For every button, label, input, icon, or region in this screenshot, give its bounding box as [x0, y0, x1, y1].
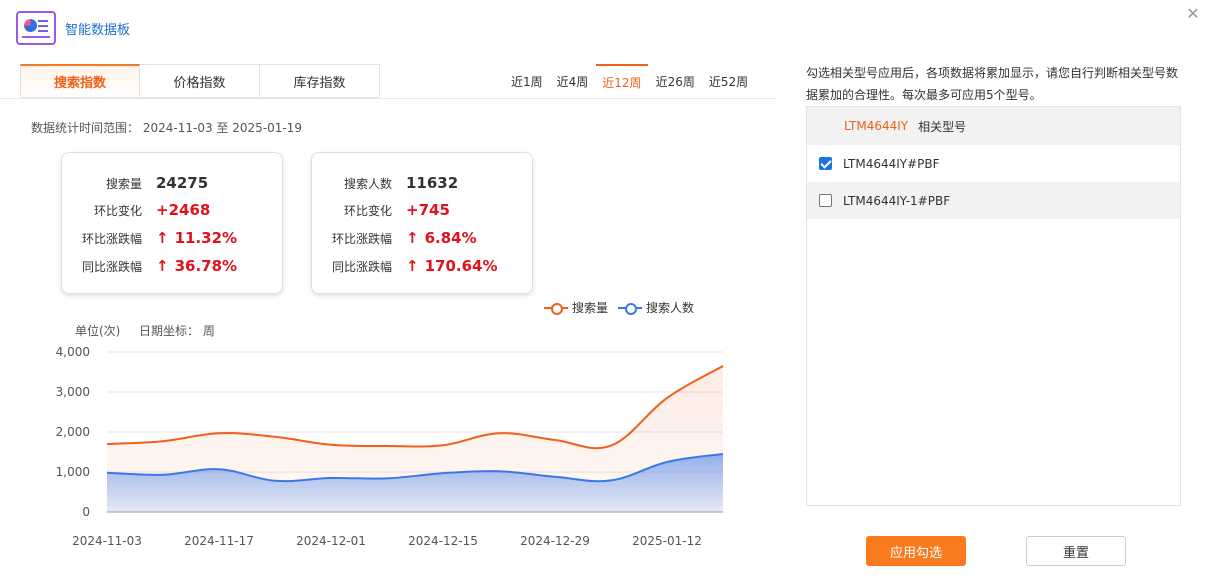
mom-change-value: +745 [406, 201, 450, 219]
legend-label: 搜索人数 [646, 301, 695, 315]
mom-change-value: +2468 [156, 201, 211, 219]
tab-price-index[interactable]: 价格指数 [140, 64, 260, 98]
x-tick-label: 2024-11-17 [184, 534, 254, 548]
search-volume-value: 24275 [156, 174, 209, 192]
card-label: 搜索量 [105, 176, 142, 191]
card-label: 环比变化 [93, 203, 142, 218]
mom-pct-value: 11.32% [174, 229, 238, 247]
period-12w[interactable]: 近12周 [596, 64, 648, 98]
model-label: LTM4644IY-1#PBF [843, 193, 951, 208]
period-4w[interactable]: 近4周 [551, 64, 595, 98]
period-1w[interactable]: 近1周 [505, 64, 549, 98]
model-checkbox[interactable] [819, 194, 832, 207]
date-range-label: 数据统计时间范围： [31, 121, 140, 135]
legend-swatch [618, 302, 643, 315]
search-index-chart: 0 1,000 2,000 3,000 4,000 2024-11-03 2024-11-1… [56, 345, 724, 548]
app-header: 智能数据板 [16, 10, 130, 46]
model-row[interactable]: LTM4644IY-1#PBF [807, 182, 1180, 219]
tab-stock-index[interactable]: 库存指数 [260, 64, 380, 98]
y-tick-label: 2,000 [56, 425, 90, 439]
card-label: 环比涨跌幅 [81, 231, 142, 246]
search-volume-card: 搜索量 24275 环比变化 +2468 环比涨跌幅 ↑ 11.32% 同比涨跌幅 ↑ 36… [61, 152, 283, 294]
close-icon[interactable]: ✕ [1185, 6, 1201, 22]
card-label: 同比涨跌幅 [331, 259, 392, 274]
chart-unit: 单位(次) [75, 324, 121, 338]
arrow-up-icon: ↑ [156, 257, 169, 275]
app-title: 智能数据板 [65, 22, 131, 38]
tab-search-index[interactable]: 搜索指数 [20, 64, 140, 98]
period-26w[interactable]: 近26周 [650, 64, 701, 98]
related-models-panel: LTM4644IY 相关型号 LTM4644IY#PBF LTM4644IY-1… [806, 106, 1181, 506]
date-range: 数据统计时间范围： 2024-11-03 至 2025-01-19 [31, 119, 302, 136]
reset-button[interactable]: 重置 [1026, 536, 1126, 566]
y-tick-label: 1,000 [56, 465, 90, 479]
chart-date-axis: 日期坐标： 周 [139, 324, 215, 338]
card-label: 搜索人数 [343, 176, 392, 191]
y-tick-label: 3,000 [56, 385, 90, 399]
card-label: 同比涨跌幅 [81, 259, 142, 274]
apply-selection-button[interactable]: 应用勾选 [866, 536, 966, 566]
arrow-up-icon: ↑ [406, 257, 419, 275]
yoy-pct-value: 170.64% [424, 257, 498, 275]
legend-item-search-volume[interactable]: 搜索量 [544, 299, 608, 316]
searchers-card: 搜索人数 11632 环比变化 +745 环比涨跌幅 ↑ 6.84% 同比涨跌幅 ↑ 170… [311, 152, 533, 294]
card-label: 环比涨跌幅 [331, 231, 392, 246]
period-selector: 近1周 近4周 近12周 近26周 近52周 [505, 64, 756, 98]
legend-item-searchers[interactable]: 搜索人数 [618, 299, 694, 316]
x-tick-label: 2024-12-29 [520, 534, 590, 548]
index-tabs: 搜索指数 价格指数 库存指数 [20, 64, 380, 98]
x-tick-label: 2024-12-15 [408, 534, 478, 548]
date-range-value: 2024-11-03 至 2025-01-19 [142, 121, 302, 135]
current-model: LTM4644IY [844, 119, 909, 133]
x-tick-label: 2024-11-03 [72, 534, 142, 548]
searchers-value: 11632 [406, 174, 459, 192]
x-tick-label: 2025-01-12 [632, 534, 702, 548]
x-tick-label: 2024-12-01 [296, 534, 366, 548]
models-note: 勾选相关型号应用后，各项数据将累加显示，请您自行判断相关型号数据累加的合理性。每… [806, 66, 1179, 102]
y-tick-label: 4,000 [56, 345, 90, 359]
legend-label: 搜索量 [572, 301, 609, 315]
y-tick-label: 0 [82, 505, 90, 519]
arrow-up-icon: ↑ [156, 229, 169, 247]
dashboard-icon [16, 11, 56, 45]
related-models-label: 相关型号 [918, 119, 967, 134]
arrow-up-icon: ↑ [406, 229, 419, 247]
legend-swatch [544, 302, 568, 315]
model-label: LTM4644IY#PBF [843, 156, 940, 171]
model-row[interactable]: LTM4644IY#PBF [807, 145, 1180, 182]
mom-pct-value: 6.84% [424, 229, 477, 247]
card-label: 环比变化 [343, 203, 392, 218]
period-52w[interactable]: 近52周 [703, 64, 754, 98]
chart-legend: 搜索量 搜索人数 [544, 299, 704, 316]
models-header: LTM4644IY 相关型号 [807, 107, 1180, 145]
tabs-divider [0, 98, 776, 99]
model-checkbox[interactable] [819, 157, 832, 170]
yoy-pct-value: 36.78% [174, 257, 238, 275]
